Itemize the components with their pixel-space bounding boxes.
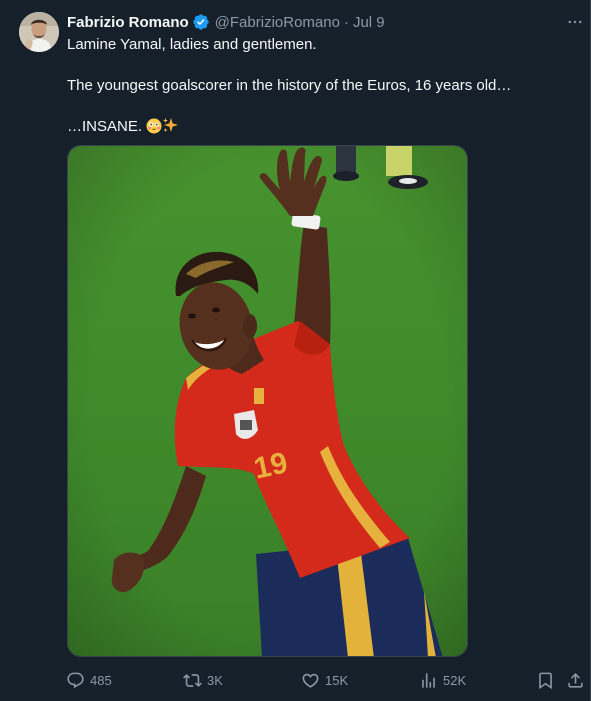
tweet-text-line: …INSANE. <box>67 118 143 135</box>
like-count: 15K <box>325 672 349 688</box>
views-button[interactable]: 52K <box>419 668 466 692</box>
repost-count: 3K <box>207 672 223 688</box>
repost-icon <box>183 673 202 687</box>
tweet-header: Fabrizio Romano @FabrizioRomano · Jul 9 <box>67 12 385 32</box>
tweet-text-line-emoji: …INSANE. <box>67 117 567 137</box>
tweet-media-photo[interactable]: 19 <box>67 145 468 657</box>
author-name[interactable]: Fabrizio Romano <box>67 14 189 31</box>
flushed-face-emoji-icon <box>146 118 162 134</box>
header-separator: · <box>343 13 349 31</box>
sparkles-emoji-icon <box>162 117 179 134</box>
reply-icon <box>67 672 84 688</box>
player-celebration-photo: 19 <box>68 146 467 656</box>
author-handle[interactable]: @FabrizioRomano <box>215 14 340 31</box>
tweet-text-line: The youngest goalscorer in the history o… <box>67 77 512 94</box>
heart-icon <box>302 673 319 688</box>
bookmark-button[interactable] <box>536 668 555 692</box>
share-icon <box>568 672 583 688</box>
like-button[interactable]: 15K <box>301 668 348 692</box>
more-options-button[interactable] <box>564 12 586 32</box>
avatar-image <box>19 12 59 52</box>
views-count: 52K <box>443 672 467 688</box>
tweet-actions-bar: 485 3K 15K 52K <box>66 668 586 692</box>
verified-badge-icon <box>192 13 210 31</box>
share-button[interactable] <box>566 668 585 692</box>
shirt-number: 19 <box>251 446 291 485</box>
bookmark-icon <box>539 672 552 689</box>
tweet-text-line: Lamine Yamal, ladies and gentlemen. <box>67 36 317 53</box>
reply-count: 485 <box>90 672 112 688</box>
reply-button[interactable]: 485 <box>66 668 112 692</box>
tweet-date[interactable]: Jul 9 <box>353 14 385 31</box>
tweet-text: Lamine Yamal, ladies and gentlemen. The … <box>67 35 567 137</box>
ellipsis-icon <box>568 20 582 24</box>
repost-button[interactable]: 3K <box>183 668 223 692</box>
analytics-icon <box>422 672 435 688</box>
tweet-card[interactable]: Fabrizio Romano @FabrizioRomano · Jul 9 … <box>0 0 591 701</box>
author-avatar[interactable] <box>19 12 59 52</box>
